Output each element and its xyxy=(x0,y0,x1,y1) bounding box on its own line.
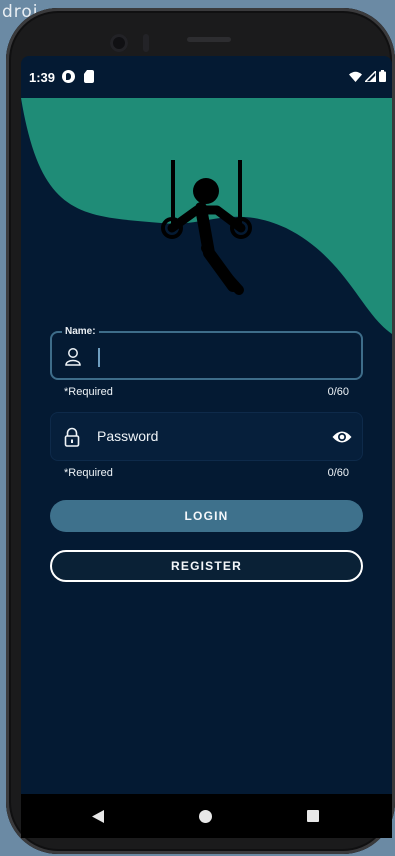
eye-icon[interactable] xyxy=(332,429,352,445)
register-button[interactable]: REGISTER xyxy=(50,550,363,582)
app-screen: 1:39 Name: *Required 0/60 Password *Requ… xyxy=(21,56,392,830)
recents-icon[interactable] xyxy=(307,810,319,822)
name-char-counter: 0/60 xyxy=(327,386,349,398)
back-icon[interactable] xyxy=(92,810,104,823)
person-icon xyxy=(65,348,81,366)
lock-icon xyxy=(64,427,80,447)
password-input[interactable]: Password xyxy=(50,412,363,461)
text-cursor xyxy=(98,348,100,367)
battery-icon xyxy=(379,70,386,82)
password-placeholder: Password xyxy=(97,428,159,444)
earpiece-speaker xyxy=(187,37,231,42)
password-helper-text: *Required xyxy=(64,467,113,479)
home-icon[interactable] xyxy=(199,810,212,823)
system-nav-bar xyxy=(21,794,392,838)
sim-card-icon xyxy=(84,70,94,83)
name-label: Name: xyxy=(62,326,99,337)
login-button[interactable]: LOGIN xyxy=(50,500,363,532)
signal-icon xyxy=(365,70,376,82)
password-char-counter: 0/60 xyxy=(327,467,349,479)
sensor xyxy=(143,34,149,52)
status-icons xyxy=(349,70,386,82)
name-input[interactable]: Name: xyxy=(50,326,363,380)
status-bar: 1:39 xyxy=(21,56,392,98)
status-time: 1:39 xyxy=(29,70,56,85)
hero-illustration xyxy=(21,98,392,334)
notification-p-icon xyxy=(62,70,75,83)
wifi-icon xyxy=(349,71,362,82)
front-camera xyxy=(110,34,128,52)
name-helper-text: *Required xyxy=(64,386,113,398)
